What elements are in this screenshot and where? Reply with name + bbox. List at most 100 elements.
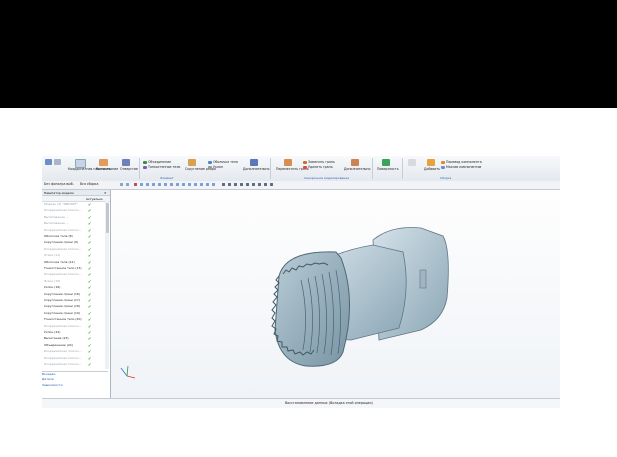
row-label: Координатная плоско...: [44, 272, 82, 277]
snap-tangent-icon[interactable]: [194, 183, 197, 186]
render-style-icon[interactable]: [252, 183, 255, 186]
navigator-row[interactable]: Уклон (16) ✔: [42, 285, 104, 291]
navigator-row[interactable]: Координатная плоско... ✔: [42, 272, 104, 278]
close-icon[interactable]: ✕: [104, 191, 107, 195]
snap-arc-icon[interactable]: [212, 183, 215, 186]
snap-quadrant-icon[interactable]: [164, 183, 167, 186]
graphics-viewport[interactable]: [111, 190, 560, 398]
row-label: Скругление грани (16): [44, 291, 80, 296]
snap-center-icon[interactable]: [158, 183, 161, 186]
scroll-thumb[interactable]: [105, 203, 109, 233]
snap-face-icon[interactable]: [176, 183, 179, 186]
more-sync-icon[interactable]: [351, 159, 359, 166]
type-filter-dropdown[interactable]: Без фильтра выб.: [44, 182, 74, 186]
delete-face-button[interactable]: Удалить грань: [308, 165, 333, 169]
navigator-row[interactable]: Скругление грани (17) ✔: [42, 298, 104, 304]
sketch-icon[interactable]: [45, 159, 52, 165]
navigator-row[interactable]: Координатная плоско... ✔: [42, 247, 104, 253]
pattern-component-icon: [441, 166, 445, 169]
navigator-row[interactable]: Скругление грани (19) ✔: [42, 311, 104, 317]
view-fit-icon[interactable]: [222, 183, 225, 186]
check-icon: ✔: [88, 234, 92, 239]
more-features-button[interactable]: Дополнительно: [243, 167, 269, 171]
snap-end-icon[interactable]: [146, 183, 149, 186]
add-component-icon[interactable]: [427, 159, 435, 166]
navigator-row[interactable]: Скругление грани (16) ✔: [42, 292, 104, 298]
navigator-row[interactable]: Координатная плоско... ✔: [42, 324, 104, 330]
snap-point-icon[interactable]: [140, 183, 143, 186]
snap-intersect-icon[interactable]: [170, 183, 173, 186]
thicken-button[interactable]: Тонкостенное тело: [148, 165, 180, 169]
navigator-row[interactable]: Координатная плоско... ✔: [42, 362, 104, 368]
navigator-row[interactable]: Объединение (24) ✔: [42, 343, 104, 349]
check-icon: ✔: [88, 362, 92, 367]
slot-feature: [419, 269, 427, 289]
part-model[interactable]: [111, 190, 560, 398]
more-features-icon[interactable]: [250, 159, 258, 166]
status-text: Восстановление данных (Вкладка этой опер…: [285, 401, 373, 405]
extrude-icon[interactable]: [99, 159, 108, 166]
view-orient-icon[interactable]: [246, 183, 249, 186]
more-sync-button[interactable]: Дополнительно: [344, 167, 370, 171]
navigator-row[interactable]: Скругление грани (18) ✔: [42, 304, 104, 310]
section-view-icon[interactable]: [258, 183, 261, 186]
pattern-component-button[interactable]: Массив компонентов: [446, 165, 481, 169]
row-label: Вычитание (23): [44, 336, 69, 341]
navigator-row[interactable]: Тонкостенное тело (13) ✔: [42, 266, 104, 272]
section-details[interactable]: Детали: [42, 377, 108, 382]
plus-icon[interactable]: [54, 159, 61, 165]
view-pan-icon[interactable]: [234, 183, 237, 186]
navigator-row[interactable]: Оболочка тела (8) ✔: [42, 234, 104, 240]
draft-button[interactable]: Уклон: [213, 165, 223, 169]
snap-grid-icon[interactable]: [206, 183, 209, 186]
navigator-row[interactable]: Скругление грани (9) ✔: [42, 240, 104, 246]
draft-icon: [208, 166, 212, 169]
surface-button[interactable]: Поверхность: [377, 167, 399, 171]
show-hide-icon[interactable]: [264, 183, 267, 186]
navigator-row[interactable]: Вычитание (23) ✔: [42, 336, 104, 342]
cad-window: Координатная плоскость Вытягивание Отвер…: [42, 156, 560, 408]
move-face-icon[interactable]: [284, 159, 292, 166]
navigator-row[interactable]: Координатная плоско... ✔: [42, 208, 104, 214]
snap-bounded-icon[interactable]: [200, 183, 203, 186]
separator: [402, 158, 403, 179]
snap-mid-icon[interactable]: [152, 183, 155, 186]
navigator-row[interactable]: Тонкостенное тело (20) ✔: [42, 317, 104, 323]
edge-blend-icon[interactable]: [188, 159, 196, 166]
row-label: Тонкостенное тело (20): [44, 317, 82, 322]
hole-icon[interactable]: [122, 159, 130, 166]
redo-icon[interactable]: [126, 183, 129, 186]
navigator-row[interactable]: Координатная плоско... ✔: [42, 349, 104, 355]
row-label: Скругление грани (19): [44, 310, 80, 315]
move-component-button[interactable]: Перевод компонента: [446, 160, 482, 164]
shell-button[interactable]: Оболочка тела: [213, 160, 238, 164]
navigator-row[interactable]: Эскиз (11) ✔: [42, 253, 104, 259]
view-rotate-icon[interactable]: [240, 183, 243, 186]
replace-face-button[interactable]: Заменить грань: [308, 160, 335, 164]
unite-button[interactable]: Объединение: [148, 160, 171, 164]
add-component-button[interactable]: Добавить: [424, 167, 440, 171]
undo-icon[interactable]: [120, 183, 123, 186]
view-zoom-icon[interactable]: [228, 183, 231, 186]
snap-icon[interactable]: [134, 183, 137, 186]
extrude-button[interactable]: Вытягивание: [96, 167, 118, 171]
section-dependencies[interactable]: Зависимости: [42, 383, 108, 388]
navigator-row[interactable]: Оболочка тела (12) ✔: [42, 260, 104, 266]
navigator-row[interactable]: Эскиз (15) ✔: [42, 279, 104, 285]
snap-edge-icon[interactable]: [188, 183, 191, 186]
navigator-row[interactable]: Вытягивание ... ✔: [42, 215, 104, 221]
navigator-scrollbar[interactable]: [105, 201, 109, 369]
row-label: Координатная плоско...: [44, 362, 82, 366]
layer-icon[interactable]: [270, 183, 273, 186]
navigator-row[interactable]: Модель (3) "ИМПОРТ" ✔: [42, 202, 104, 208]
surface-icon[interactable]: [382, 159, 390, 166]
navigator-row[interactable]: Координатная плоско... ✔: [42, 228, 104, 234]
top-black-band: [0, 0, 617, 108]
scope-dropdown[interactable]: Вся сборка: [80, 182, 98, 186]
navigator-row[interactable]: Вытягивание ... ✔: [42, 221, 104, 227]
navigator-row[interactable]: Координатная плоско... ✔: [42, 356, 104, 362]
navigator-row[interactable]: Уклон (22) ✔: [42, 330, 104, 336]
snap-curve-icon[interactable]: [182, 183, 185, 186]
check-icon: ✔: [88, 291, 92, 297]
hole-button[interactable]: Отверстие: [120, 167, 138, 171]
